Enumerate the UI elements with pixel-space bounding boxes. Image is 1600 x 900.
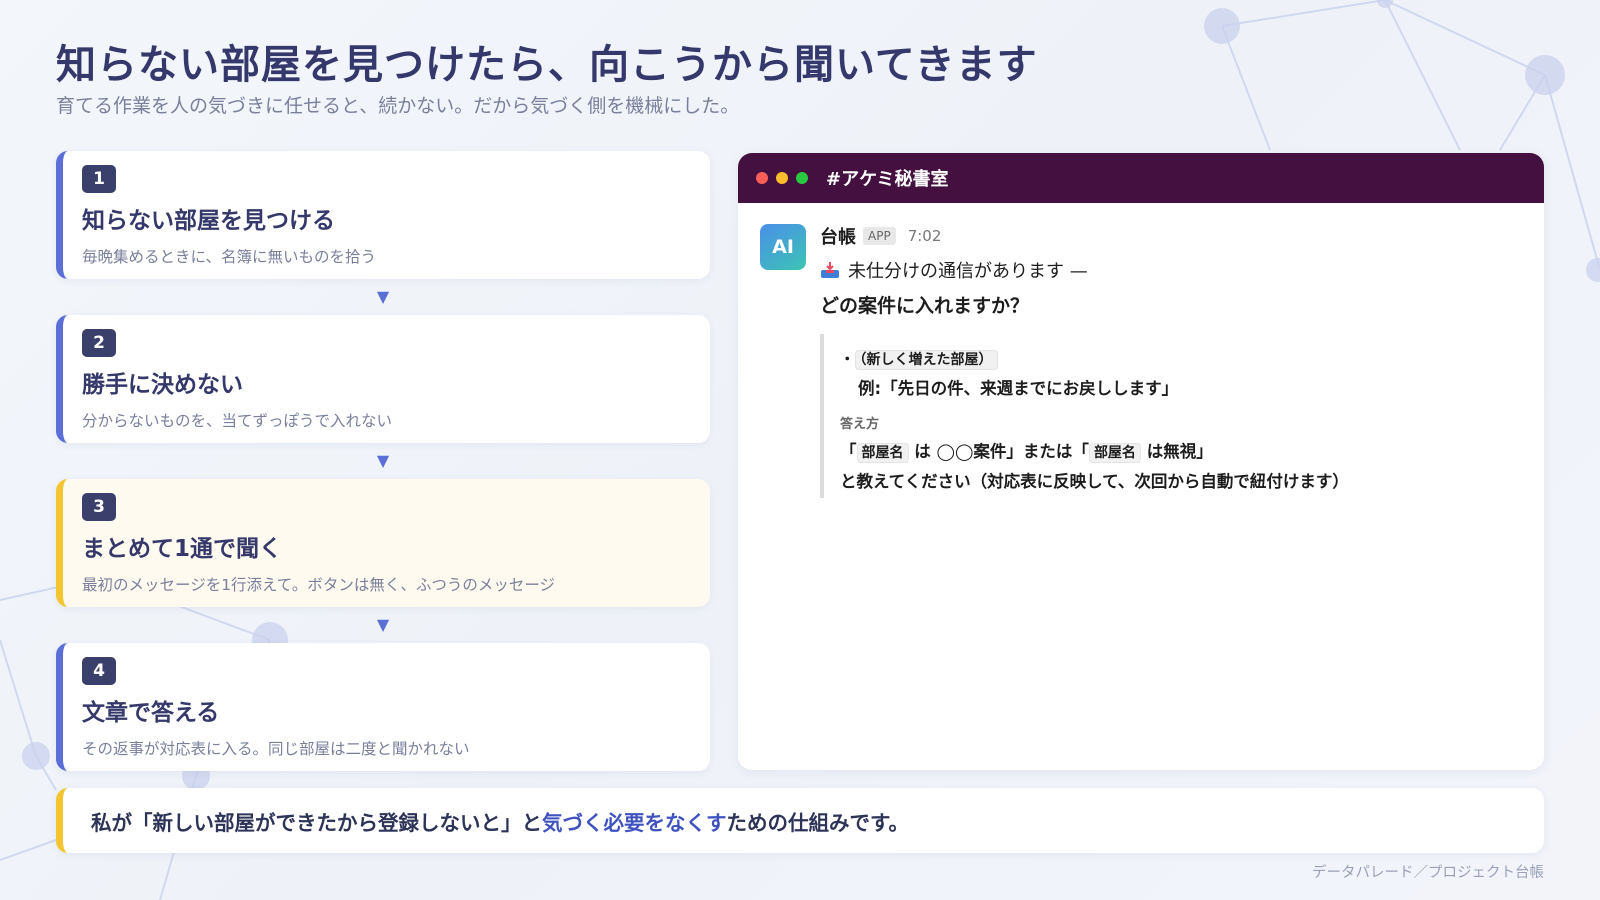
step-number-badge: 3 bbox=[82, 493, 116, 521]
window-close-dot-icon[interactable] bbox=[756, 172, 768, 184]
message-timestamp[interactable]: 7:02 bbox=[908, 227, 942, 245]
answer-text: 「 bbox=[840, 442, 857, 461]
new-room-code: （新しく増えた部屋） bbox=[854, 350, 998, 370]
summary-accent-text: 気づく必要をなくす bbox=[542, 810, 727, 835]
chat-header: #アケミ秘書室 bbox=[738, 153, 1544, 203]
chat-window: #アケミ秘書室 AI 台帳 APP 7:02 未仕分けの通信があります — どの… bbox=[738, 153, 1544, 770]
down-arrow-icon: ▼ bbox=[376, 615, 390, 634]
step-description: その返事が対応表に入る。同じ部屋は二度と聞かれない bbox=[82, 740, 470, 758]
summary-text: 私が「新しい部屋ができたから登録しないと」と bbox=[91, 810, 542, 835]
summary-callout: 私が「新しい部屋ができたから登録しないと」と 気づく必要をなくす ための仕組みです。 bbox=[56, 788, 1544, 853]
bot-avatar[interactable]: AI bbox=[760, 224, 806, 270]
step-title: 文章で答える bbox=[82, 700, 220, 726]
step-number-badge: 4 bbox=[82, 657, 116, 685]
app-badge: APP bbox=[863, 227, 896, 245]
window-maximize-dot-icon[interactable] bbox=[796, 172, 808, 184]
window-minimize-dot-icon[interactable] bbox=[776, 172, 788, 184]
step-title: 勝手に決めない bbox=[82, 372, 243, 398]
answer-instructions: 「部屋名 は ◯◯案件」または「 部屋名 は無視」 bbox=[840, 438, 1500, 463]
step-card-2: 2 勝手に決めない 分からないものを、当てずっぽうで入れない bbox=[56, 315, 710, 443]
message-question: どの案件に入れますか？ bbox=[820, 295, 1030, 317]
step-card-1: 1 知らない部屋を見つける 毎晩集めるときに、名簿に無いものを拾う bbox=[56, 151, 710, 279]
page-title: 知らない部屋を見つけたら、向こうから聞いてきます bbox=[56, 42, 1038, 88]
answer-text: は無視」 bbox=[1146, 442, 1213, 461]
inbox-tray-icon bbox=[820, 261, 840, 279]
step-number-badge: 1 bbox=[82, 165, 116, 193]
room-list-item: ・（新しく増えた部屋） bbox=[840, 348, 1500, 370]
answer-instructions-line-2: と教えてください（対応表に反映して、次回から自動で紐付けます） bbox=[840, 472, 1349, 491]
room-name-code: 部屋名 bbox=[1088, 443, 1141, 463]
room-name-code: 部屋名 bbox=[856, 443, 909, 463]
step-title: 知らない部屋を見つける bbox=[82, 208, 335, 234]
step-card-4: 4 文章で答える その返事が対応表に入る。同じ部屋は二度と聞かれない bbox=[56, 643, 710, 771]
channel-name: #アケミ秘書室 bbox=[826, 169, 949, 190]
down-arrow-icon: ▼ bbox=[376, 287, 390, 306]
sender-name[interactable]: 台帳 bbox=[820, 223, 856, 249]
answer-label: 答え方 bbox=[840, 417, 880, 432]
example-message: 例:「先日の件、来週までにお戻しします」 bbox=[858, 379, 1179, 398]
step-description: 最初のメッセージを1行添えて。ボタンは無く、ふつうのメッセージ bbox=[82, 576, 556, 594]
step-title: まとめて1通で聞く bbox=[82, 536, 283, 562]
message-quote-block: ・（新しく増えた部屋） 例:「先日の件、来週までにお戻しします」 答え方 「部屋… bbox=[820, 334, 1500, 498]
message-header: 台帳 APP 7:02 bbox=[820, 223, 1520, 249]
down-arrow-icon: ▼ bbox=[376, 451, 390, 470]
step-card-3: 3 まとめて1通で聞く 最初のメッセージを1行添えて。ボタンは無く、ふつうのメッ… bbox=[56, 479, 710, 607]
step-description: 毎晩集めるときに、名簿に無いものを拾う bbox=[82, 248, 377, 266]
credit-text: データパレード／プロジェクト台帳 bbox=[1312, 865, 1544, 881]
chat-message: 台帳 APP 7:02 未仕分けの通信があります — どの案件に入れますか？ ・… bbox=[820, 223, 1520, 498]
steps-list: 1 知らない部屋を見つける 毎晩集めるときに、名簿に無いものを拾う ▼ 2 勝手… bbox=[56, 151, 710, 771]
page-subtitle: 育てる作業を人の気づきに任せると、続かない。だから気づく側を機械にした。 bbox=[56, 95, 740, 117]
step-description: 分からないものを、当てずっぽうで入れない bbox=[82, 412, 393, 430]
message-text: 未仕分けの通信があります — bbox=[848, 261, 1088, 282]
bullet: ・ bbox=[840, 352, 855, 368]
message-line-1: 未仕分けの通信があります — bbox=[820, 257, 1520, 283]
answer-text: は ◯◯案件」または「 bbox=[914, 442, 1089, 461]
step-number-badge: 2 bbox=[82, 329, 116, 357]
summary-text: ための仕組みです。 bbox=[726, 810, 909, 835]
